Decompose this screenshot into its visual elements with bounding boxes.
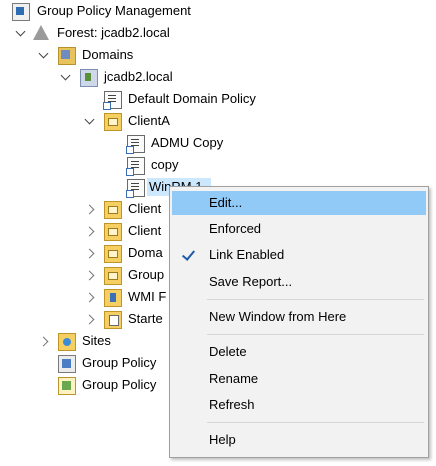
menu-item-new-window[interactable]: New Window from Here: [172, 305, 426, 329]
chevron-right-icon[interactable]: [84, 242, 94, 264]
menu-item-link-enabled[interactable]: Link Enabled: [172, 243, 426, 267]
tree-item-domains-label: Domains: [82, 47, 134, 62]
tree-item-root-label: Group Policy Management: [37, 3, 191, 18]
chevron-right-icon[interactable]: [38, 330, 48, 352]
tree-item-sites-label: Sites: [82, 333, 111, 348]
chevron-right-icon[interactable]: [84, 308, 94, 330]
ou-folder-icon: [104, 223, 122, 241]
chevron-right-icon[interactable]: [84, 198, 94, 220]
domain-icon: [80, 69, 98, 87]
chevron-down-icon[interactable]: [15, 22, 25, 44]
menu-item-save-report-label: Save Report...: [209, 274, 293, 289]
group-policy-management-icon: [12, 3, 30, 21]
checkmark-icon: [181, 248, 195, 262]
ou-folder-icon: [104, 245, 122, 263]
menu-item-edit-label: Edit...: [209, 195, 243, 210]
tree-item-client-b-label: Client: [128, 201, 162, 216]
menu-item-refresh-label: Refresh: [209, 397, 255, 412]
menu-item-link-enabled-label: Link Enabled: [209, 247, 285, 262]
menu-item-rename-label: Rename: [209, 371, 259, 386]
ou-folder-icon: [104, 113, 122, 131]
chevron-down-icon[interactable]: [60, 66, 70, 88]
tree-item-forest-label: Forest: jcadb2.local: [57, 25, 170, 40]
menu-separator: [207, 334, 424, 335]
tree-item-copy-label: copy: [151, 157, 179, 172]
tree-item-client-c-label: Client: [128, 223, 162, 238]
menu-separator: [207, 299, 424, 300]
tree-item-domain-label: jcadb2.local: [104, 69, 173, 84]
tree-item-default-domain-policy-label: Default Domain Policy: [128, 91, 256, 106]
chevron-right-icon[interactable]: [84, 264, 94, 286]
tree-item-group-policy-modeling-label: Group Policy: [82, 355, 157, 370]
gpo-link-icon: [126, 135, 145, 154]
tree-item-group-policy-results-label: Group Policy: [82, 377, 157, 392]
menu-item-delete-label: Delete: [209, 344, 247, 359]
tree-item-group-policy-objects-label: Group: [128, 267, 165, 282]
ou-folder-icon: [104, 201, 122, 219]
chevron-down-icon[interactable]: [84, 110, 94, 132]
menu-item-help-label: Help: [209, 432, 236, 447]
chevron-right-icon[interactable]: [84, 220, 94, 242]
gpo-link-icon: [126, 179, 145, 198]
domains-folder-icon: [58, 47, 76, 65]
menu-item-help[interactable]: Help: [172, 428, 426, 452]
tree-item-clienta-label: ClientA: [128, 113, 170, 128]
wmi-filter-icon: [104, 289, 122, 307]
gpo-link-icon: [126, 157, 145, 176]
context-menu: Edit... Enforced Link Enabled Save Repor…: [169, 186, 429, 458]
menu-item-rename[interactable]: Rename: [172, 367, 426, 391]
menu-item-edit[interactable]: Edit...: [172, 191, 426, 215]
chevron-down-icon[interactable]: [38, 44, 48, 66]
results-icon: [58, 377, 76, 395]
menu-item-enforced[interactable]: Enforced: [172, 217, 426, 241]
tree-item-domain-controllers-label: Doma: [128, 245, 163, 260]
menu-item-save-report[interactable]: Save Report...: [172, 270, 426, 294]
folder-icon: [104, 267, 122, 285]
chevron-right-icon[interactable]: [84, 286, 94, 308]
menu-item-refresh[interactable]: Refresh: [172, 393, 426, 417]
sites-icon: [58, 333, 76, 351]
menu-item-enforced-label: Enforced: [209, 221, 262, 236]
gpo-link-icon: [103, 91, 122, 110]
tree-item-wmi-filters-label: WMI F: [128, 289, 167, 304]
menu-separator: [207, 422, 424, 423]
forest-icon: [33, 25, 49, 40]
menu-item-new-window-label: New Window from Here: [209, 309, 347, 324]
tree-item-starter-gpos-label: Starte: [128, 311, 163, 326]
starter-gpo-icon: [104, 311, 122, 329]
menu-item-delete[interactable]: Delete: [172, 340, 426, 364]
tree-item-admu-copy-label: ADMU Copy: [151, 135, 224, 150]
modeling-icon: [58, 355, 76, 373]
